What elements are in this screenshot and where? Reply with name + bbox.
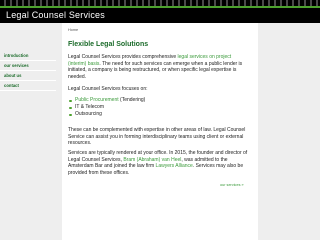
- site-title[interactable]: Legal Counsel Services: [6, 10, 105, 20]
- public-procurement-suffix: (Tendering): [118, 97, 146, 103]
- nav-item-about-us[interactable]: about us: [0, 71, 56, 81]
- services-list: Public Procurement (Tendering) IT & Tele…: [68, 97, 145, 118]
- lawyers-alliance-link[interactable]: Lawyers Alliance: [156, 163, 193, 169]
- breadcrumb[interactable]: Home: [68, 28, 78, 32]
- intro-text-start: Legal Counsel Services provides comprehe…: [68, 54, 178, 60]
- our-services-more-link[interactable]: our services »: [220, 183, 244, 187]
- header-accent-band: [0, 6, 320, 8]
- it-telecom-text: IT & Telecom: [75, 104, 104, 110]
- expertise-paragraph: These can be complemented with expertise…: [68, 127, 246, 146]
- site-header: Legal Counsel Services: [0, 0, 320, 23]
- list-item-it-telecom: IT & Telecom: [68, 104, 145, 111]
- nav-item-contact[interactable]: contact: [0, 81, 56, 91]
- nav-item-introduction[interactable]: introduction: [0, 51, 56, 61]
- founder-link[interactable]: Bram (Abraham) van Heel: [123, 157, 181, 163]
- nav-item-our-services[interactable]: our services: [0, 61, 56, 71]
- list-item-outsourcing: Outsourcing: [68, 111, 145, 118]
- main-content: Home Flexible Legal Solutions Legal Coun…: [62, 23, 258, 240]
- sidebar-nav: introduction our services about us conta…: [0, 23, 56, 240]
- focus-intro-text: Legal Counsel Services focuses on:: [68, 86, 148, 92]
- outsourcing-text: Outsourcing: [75, 111, 102, 117]
- list-item-public-procurement: Public Procurement (Tendering): [68, 97, 145, 104]
- public-procurement-link[interactable]: Public Procurement: [75, 97, 119, 103]
- office-paragraph: Services are typically rendered at your …: [68, 150, 250, 176]
- page-title: Flexible Legal Solutions: [68, 41, 149, 48]
- intro-paragraph: Legal Counsel Services provides comprehe…: [68, 54, 250, 80]
- nav-list: introduction our services about us conta…: [0, 51, 56, 91]
